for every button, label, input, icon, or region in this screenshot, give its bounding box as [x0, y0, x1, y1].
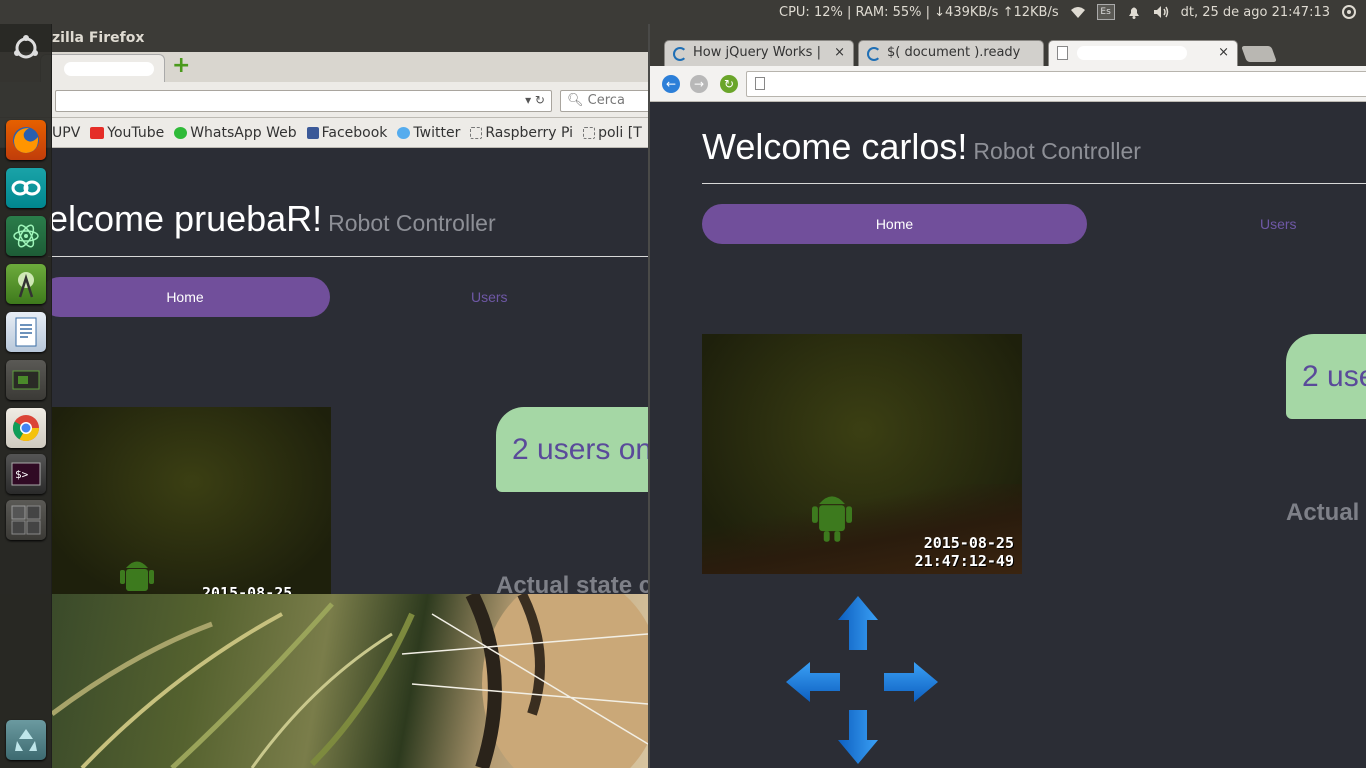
android-robot-icon — [120, 561, 154, 591]
back-arrow-icon[interactable]: ← — [662, 75, 680, 93]
keyboard-layout-indicator[interactable]: Es — [1096, 4, 1115, 20]
volume-icon[interactable] — [1153, 4, 1171, 20]
workspace-switcher-icon[interactable] — [6, 500, 46, 540]
chrome-tab-document-ready[interactable]: $( document ).ready — [858, 40, 1044, 66]
svg-text:$>: $> — [15, 468, 29, 481]
arrow-up-button[interactable] — [838, 596, 878, 650]
search-icon: 🔍︎ — [567, 93, 584, 108]
unity-launcher: $> — [0, 24, 52, 768]
ubuntu-dash-icon[interactable] — [6, 28, 46, 68]
page-icon — [470, 126, 483, 139]
nav-users-link[interactable]: Users — [1260, 216, 1297, 232]
firefox-icon[interactable] — [6, 120, 46, 160]
page-subtitle: Robot Controller — [973, 138, 1141, 164]
divider — [702, 183, 1366, 184]
bookmark-raspberry-pi[interactable]: Raspberry Pi — [470, 125, 573, 141]
actual-state-heading: Actual state c — [496, 572, 648, 594]
power-gear-icon[interactable] — [1340, 4, 1358, 20]
close-tab-icon[interactable]: × — [1218, 45, 1229, 60]
users-online-bubble: 2 users on — [496, 407, 648, 492]
firefox-titlebar: zilla Firefox — [0, 24, 648, 52]
camera-timestamp: 2015-08-25 — [202, 584, 293, 595]
chrome-page: Welcome carlos! Robot Controller Home Use… — [650, 102, 1366, 768]
system-monitor-icon[interactable] — [6, 360, 46, 400]
camera-timestamp-time: 21:47:12-49 — [914, 552, 1014, 570]
top-panel: CPU: 12% | RAM: 55% | ↓439KB/s ↑12KB/s E… — [0, 0, 1366, 24]
bookmark-twitter[interactable]: Twitter — [397, 125, 460, 141]
nav-home-button[interactable]: Home — [40, 277, 330, 317]
close-tab-icon[interactable]: × — [834, 45, 845, 60]
jquery-favicon-icon — [673, 47, 687, 61]
arrow-down-button[interactable] — [838, 710, 878, 764]
new-tab-button[interactable]: + — [172, 55, 190, 77]
search-placeholder: Cerca — [587, 93, 625, 108]
wifi-icon[interactable] — [1069, 4, 1087, 20]
page-icon — [755, 77, 765, 90]
new-tab-button[interactable] — [1241, 46, 1277, 62]
page-favicon-icon — [1057, 46, 1068, 60]
libreoffice-writer-icon[interactable] — [6, 312, 46, 352]
firefox-url-bar[interactable]: ▾ ↻ — [55, 90, 552, 112]
chrome-tab-strip: How jQuery Works | × $( document ).ready… — [650, 24, 1366, 66]
reload-icon[interactable]: ↻ — [720, 75, 738, 93]
arduino-icon[interactable] — [6, 168, 46, 208]
bookmarks-bar: UPV YouTube WhatsApp Web Facebook Twitte… — [0, 118, 648, 148]
dropdown-reload-icon[interactable]: ▾ ↻ — [525, 93, 545, 107]
bookmark-whatsapp[interactable]: WhatsApp Web — [174, 125, 297, 141]
actual-state-heading: Actual s — [1286, 499, 1366, 526]
camera-feed: 2015-08-25 — [52, 407, 331, 594]
chrome-address-bar[interactable] — [746, 71, 1366, 97]
nav-home-button[interactable]: Home — [702, 204, 1087, 244]
android-studio-icon[interactable] — [6, 264, 46, 304]
firefox-search-box[interactable]: 🔍︎ Cerca — [560, 90, 648, 112]
firefox-page: elcome pruebaR! Robot Controller Home Use… — [0, 148, 648, 594]
terminal-icon[interactable]: $> — [6, 454, 46, 494]
notification-bell-icon[interactable] — [1125, 4, 1143, 20]
nav-users-link[interactable]: Users — [471, 289, 508, 305]
trash-icon[interactable] — [6, 720, 46, 760]
firefox-tab[interactable] — [40, 54, 165, 82]
page-icon — [583, 126, 596, 139]
chrome-icon[interactable] — [6, 408, 46, 448]
system-stats: CPU: 12% | RAM: 55% | ↓439KB/s ↑12KB/s — [779, 4, 1059, 20]
arrow-left-button[interactable] — [786, 662, 840, 702]
clock[interactable]: dt, 25 de ago 21:47:13 — [1181, 5, 1330, 20]
page-title: elcome pruebaR! Robot Controller — [48, 198, 496, 239]
forward-arrow-icon[interactable]: → — [690, 75, 708, 93]
bookmark-youtube[interactable]: YouTube — [90, 125, 164, 141]
whatsapp-icon — [174, 126, 188, 139]
bookmark-upv[interactable]: UPV — [52, 125, 80, 141]
chrome-window: How jQuery Works | × $( document ).ready… — [648, 24, 1366, 768]
page-title: Welcome carlos! Robot Controller — [702, 126, 1141, 167]
chrome-tab-active[interactable]: × — [1048, 40, 1238, 66]
chrome-toolbar: ← → ↻ — [650, 66, 1366, 102]
firefox-tab-bar: + — [0, 52, 648, 82]
page-subtitle: Robot Controller — [328, 210, 496, 236]
users-online-bubble: 2 use — [1286, 334, 1366, 419]
firefox-title: zilla Firefox — [52, 30, 145, 46]
camera-timestamp-date: 2015-08-25 — [923, 534, 1014, 552]
atom-editor-icon[interactable] — [6, 216, 46, 256]
chrome-tab-jquery[interactable]: How jQuery Works | × — [664, 40, 854, 66]
firefox-window: zilla Firefox + ▾ ↻ 🔍︎ Cerca UPV YouTube… — [0, 24, 648, 594]
firefox-navbar: ▾ ↻ 🔍︎ Cerca — [0, 82, 648, 118]
bookmark-facebook[interactable]: Facebook — [306, 125, 387, 141]
arrow-right-button[interactable] — [884, 662, 938, 702]
jquery-favicon-icon — [867, 47, 881, 61]
youtube-icon — [90, 126, 105, 139]
facebook-icon — [306, 126, 319, 139]
twitter-icon — [397, 126, 411, 139]
camera-feed: 2015-08-25 21:47:12-49 — [702, 334, 1022, 574]
desktop-wallpaper — [52, 594, 648, 768]
divider — [48, 256, 648, 257]
android-robot-icon — [812, 496, 852, 542]
bookmark-poli[interactable]: poli [T — [583, 125, 642, 141]
